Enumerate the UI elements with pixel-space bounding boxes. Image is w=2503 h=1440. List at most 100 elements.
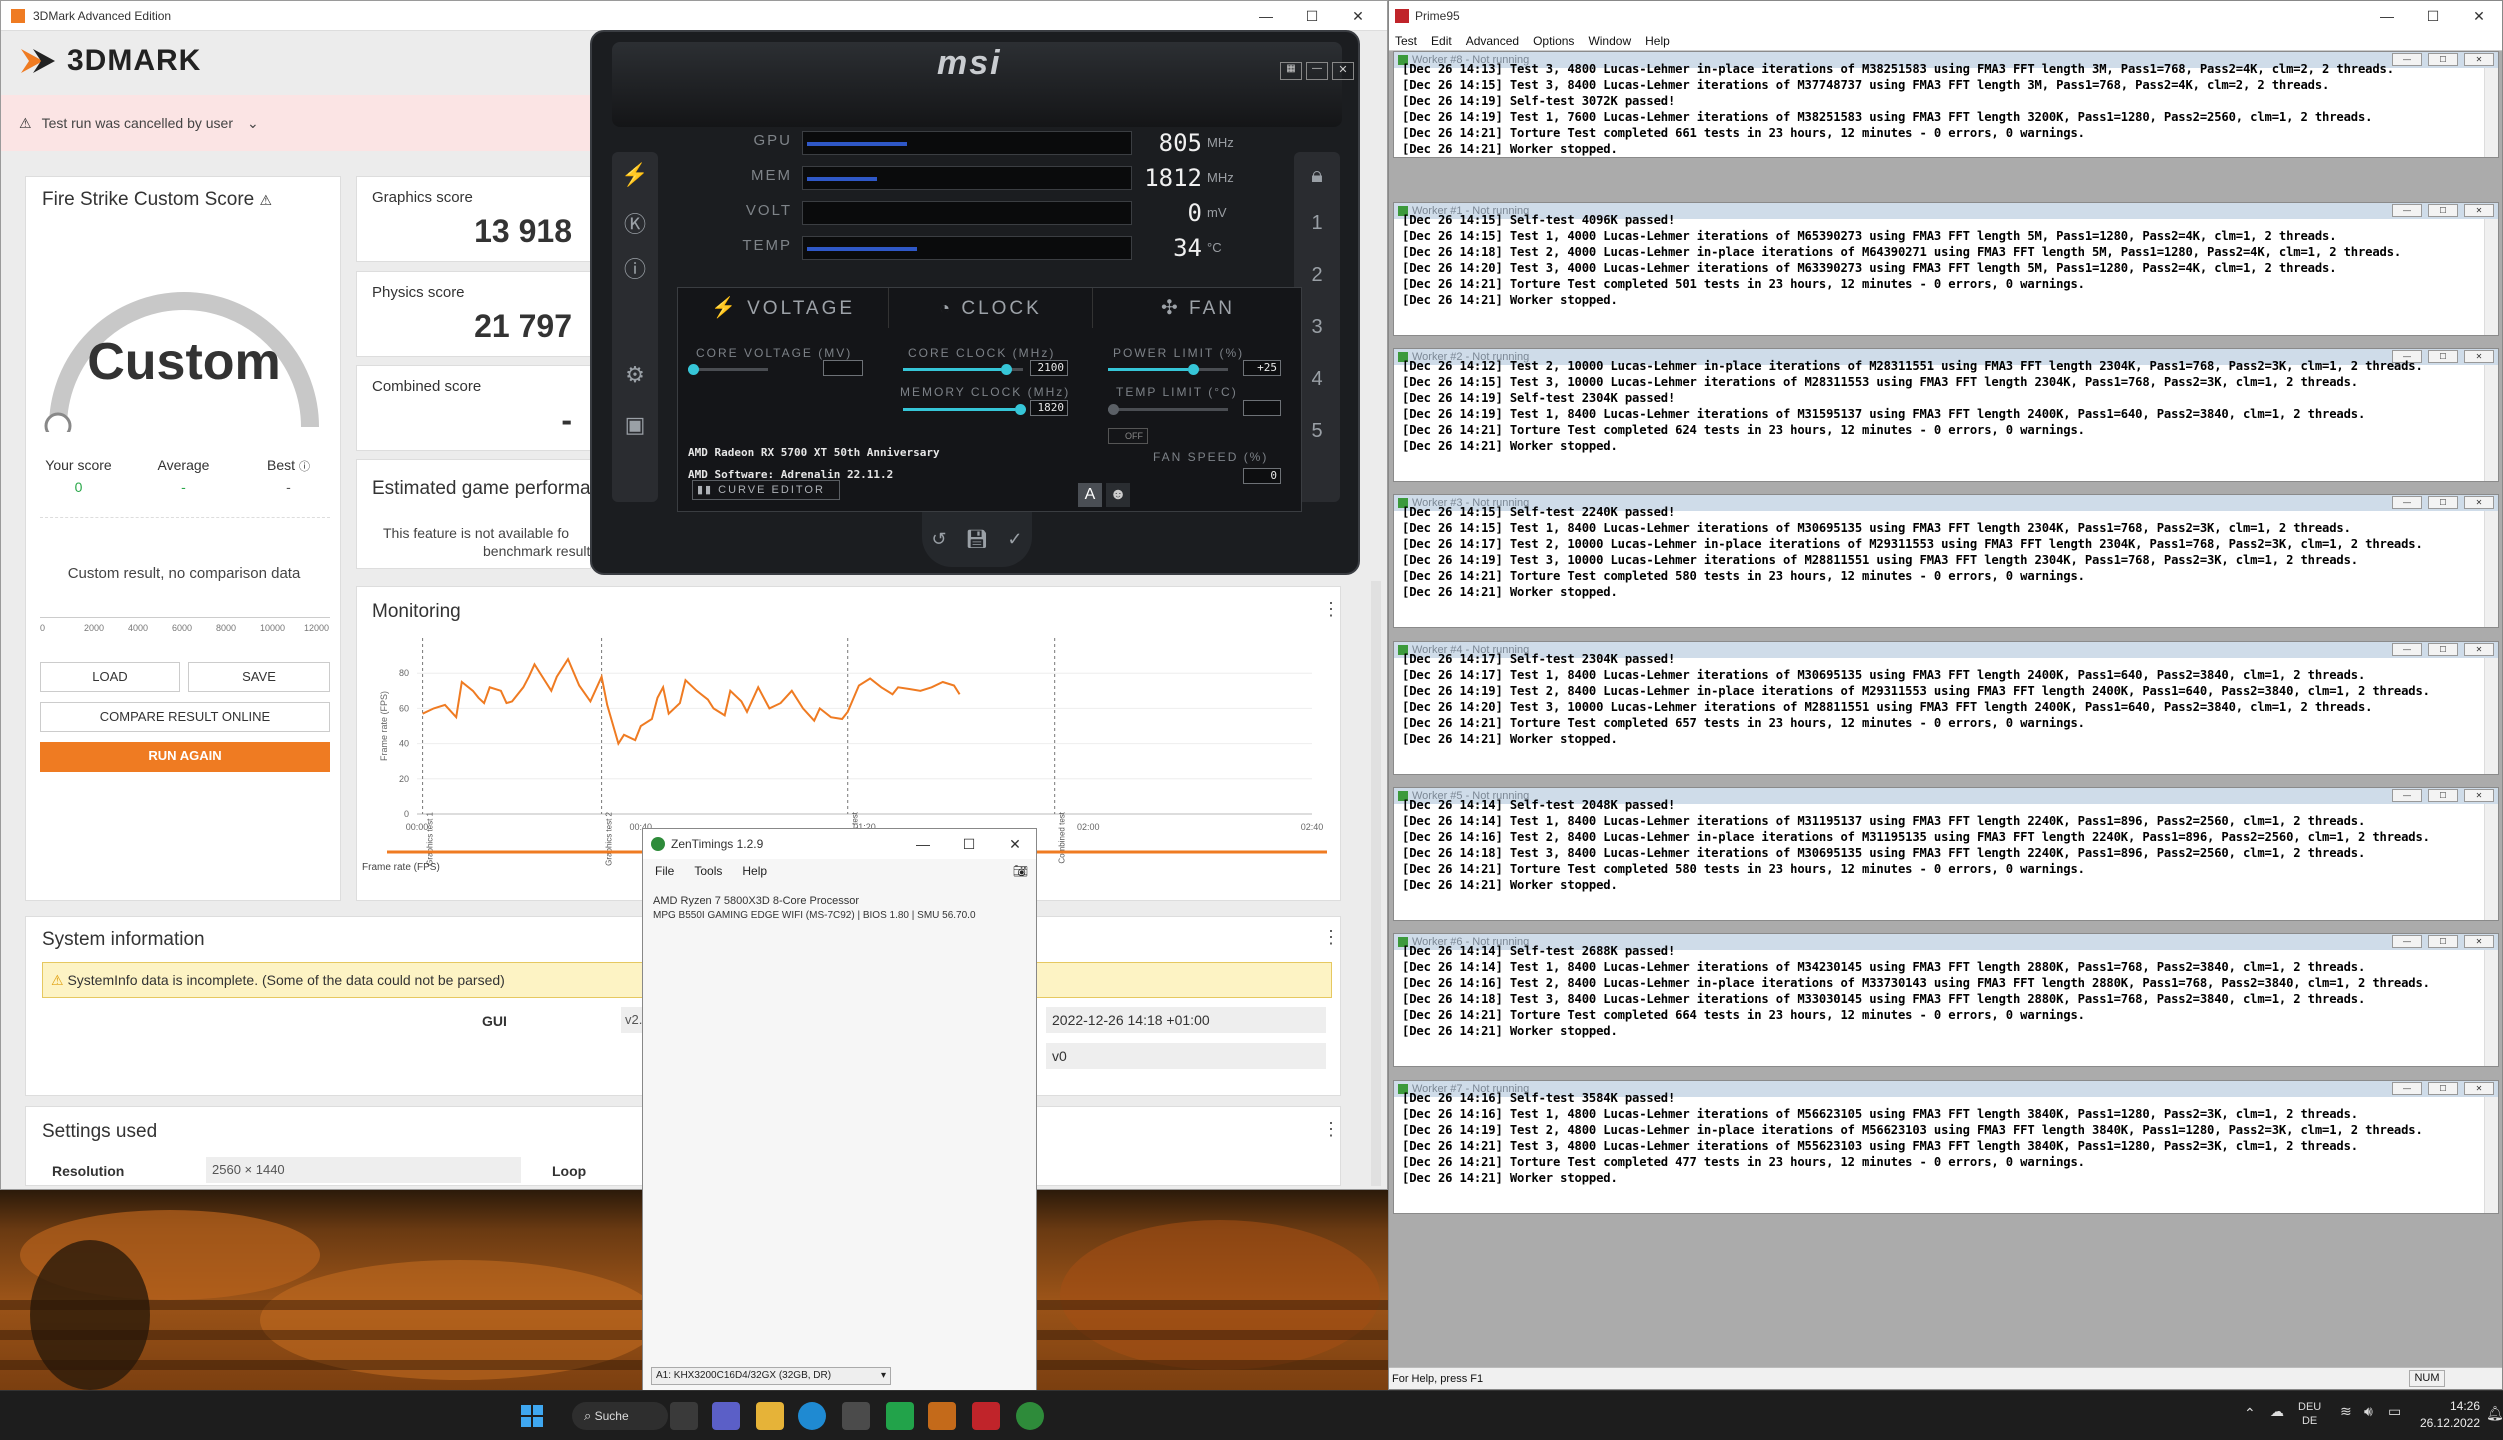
search-box[interactable]: ⌕ Suche	[572, 1402, 668, 1430]
cloud-icon[interactable]: ☁	[2270, 1403, 2284, 1420]
notification-icon[interactable]: 🔔︎	[2486, 1405, 2503, 1422]
more-options-icon[interactable]: ⋮	[1322, 927, 1340, 948]
core-clock-slider[interactable]	[903, 364, 1023, 375]
profile-1-button[interactable]: 1	[1294, 212, 1340, 235]
clock-header: ◔ CLOCK	[888, 288, 1093, 328]
battery-icon[interactable]: ▭	[2388, 1403, 2401, 1420]
3dmark-logo-text: 3DMARK	[67, 44, 202, 77]
menu-file[interactable]: File	[655, 864, 674, 878]
teams-chat-icon[interactable]	[712, 1402, 740, 1430]
settings-grid-icon[interactable]: ▦	[1280, 62, 1302, 80]
core-clock-value[interactable]: 2100	[1030, 360, 1068, 376]
memory-clock-value[interactable]: 1820	[1030, 400, 1068, 416]
apply-icon[interactable]: ✓	[1007, 529, 1022, 550]
worker-window[interactable]: Worker #4 - Not running — ☐ ✕ [Dec 26 14:17]…	[1393, 641, 2499, 775]
lock-icon[interactable]: 🔒︎	[1294, 162, 1340, 188]
zentimings-taskbar-icon[interactable]	[1016, 1402, 1044, 1430]
chevron-up-icon[interactable]: ⌃	[2244, 1405, 2256, 1422]
prime95-statusbar: For Help, press F1 NUM	[1389, 1367, 2502, 1389]
more-options-icon[interactable]: ⋮	[1322, 599, 1340, 620]
worker-scrollbar[interactable]	[2484, 658, 2498, 774]
worker-scrollbar[interactable]	[2484, 804, 2498, 920]
minimize-button[interactable]: —	[900, 829, 946, 859]
worker-window[interactable]: Worker #2 - Not running — ☐ ✕ [Dec 26 14:12]…	[1393, 348, 2499, 482]
minimize-button[interactable]: —	[1306, 62, 1328, 80]
menu-tools[interactable]: Tools	[694, 864, 722, 878]
menu-test[interactable]: Test	[1395, 34, 1417, 48]
file-explorer-icon[interactable]	[756, 1402, 784, 1430]
worker-window[interactable]: Worker #6 - Not running — ☐ ✕ [Dec 26 14:14]…	[1393, 933, 2499, 1067]
menu-advanced[interactable]: Advanced	[1466, 34, 1519, 48]
more-options-icon[interactable]: ⋮	[1322, 1119, 1340, 1140]
temp-limit-slider[interactable]	[1108, 404, 1228, 415]
store-icon[interactable]	[842, 1402, 870, 1430]
close-button[interactable]: ✕	[1335, 1, 1381, 31]
monitor-icon[interactable]: ▣	[612, 412, 658, 438]
clock[interactable]: 14:26 26.12.2022	[2410, 1398, 2480, 1432]
worker-scrollbar[interactable]	[2484, 68, 2498, 157]
fan-auto-toggle[interactable]: OFF	[1108, 428, 1148, 444]
worker-window[interactable]: Worker #3 - Not running — ☐ ✕ [Dec 26 14:15]…	[1393, 494, 2499, 628]
worker-window[interactable]: Worker #7 - Not running — ☐ ✕ [Dec 26 14:16]…	[1393, 1080, 2499, 1214]
task-view-icon[interactable]	[670, 1402, 698, 1430]
maximize-button[interactable]: ☐	[1289, 1, 1335, 31]
menu-edit[interactable]: Edit	[1431, 34, 1452, 48]
cancel-warning-bar[interactable]: ⚠ Test run was cancelled by user ⌄	[1, 95, 591, 151]
close-button[interactable]: ✕	[992, 829, 1038, 859]
load-button[interactable]: LOAD	[40, 662, 180, 692]
run-again-button[interactable]: RUN AGAIN	[40, 742, 330, 772]
close-button[interactable]: ✕	[2456, 1, 2502, 31]
close-button[interactable]: ✕	[1332, 62, 1354, 80]
worker-scrollbar[interactable]	[2484, 1097, 2498, 1213]
power-limit-slider[interactable]	[1108, 364, 1228, 375]
hwinfo-icon[interactable]	[886, 1402, 914, 1430]
core-voltage-slider[interactable]	[688, 364, 768, 375]
wifi-icon[interactable]: ≋	[2340, 1403, 2352, 1420]
power-limit-value[interactable]: +25	[1243, 360, 1281, 376]
dimm-select[interactable]: A1: KHX3200C16D4/32GX (32GB, DR) ▾	[651, 1367, 891, 1385]
temp-limit-value[interactable]	[1243, 400, 1281, 416]
worker-window[interactable]: Worker #8 - Not running — ☐ ✕ [Dec 26 14:13]…	[1393, 51, 2499, 158]
worker-window[interactable]: Worker #5 - Not running — ☐ ✕ [Dec 26 14:14]…	[1393, 787, 2499, 921]
3dmark-taskbar-icon[interactable]	[928, 1402, 956, 1430]
user-icon[interactable]: ☻	[1106, 483, 1130, 507]
compare-online-button[interactable]: COMPARE RESULT ONLINE	[40, 702, 330, 732]
worker-window[interactable]: Worker #1 - Not running — ☐ ✕ [Dec 26 14:15]…	[1393, 202, 2499, 336]
worker-scrollbar[interactable]	[2484, 365, 2498, 481]
save-icon[interactable]: 💾︎	[966, 529, 989, 550]
auto-mode-button[interactable]: A	[1078, 483, 1102, 507]
curve-editor-button[interactable]: ▮▮ CURVE EDITOR	[692, 480, 840, 500]
3dmark-titlebar[interactable]: 3DMark Advanced Edition	[1, 1, 1387, 31]
kombustor-icon[interactable]: ⚡	[612, 162, 658, 188]
save-button[interactable]: SAVE	[188, 662, 330, 692]
minimize-button[interactable]: —	[1243, 1, 1289, 31]
maximize-button[interactable]: ☐	[2410, 1, 2456, 31]
menu-help[interactable]: Help	[1645, 34, 1670, 48]
log-line: [Dec 26 14:15] Test 3, 8400 Lucas-Lehmer…	[1402, 78, 2330, 92]
start-button[interactable]	[518, 1402, 546, 1430]
menu-window[interactable]: Window	[1588, 34, 1631, 48]
profile-2-button[interactable]: 2	[1294, 264, 1340, 287]
language-indicator[interactable]: DEU DE	[2298, 1400, 2321, 1428]
core-voltage-value[interactable]	[823, 360, 863, 376]
worker-scrollbar[interactable]	[2484, 219, 2498, 335]
maximize-button[interactable]: ☐	[946, 829, 992, 859]
camera-icon[interactable]: 📷︎	[1013, 864, 1028, 878]
worker-scrollbar[interactable]	[2484, 511, 2498, 627]
minimize-button[interactable]: —	[2364, 1, 2410, 31]
reset-icon[interactable]: ↺	[931, 529, 946, 550]
chevron-down-icon[interactable]: ⌄	[247, 115, 259, 132]
edge-icon[interactable]	[798, 1402, 826, 1430]
prime95-titlebar[interactable]: Prime95	[1389, 1, 2502, 31]
gear-icon[interactable]: ⚙	[612, 362, 658, 388]
3dmark-scrollbar[interactable]	[1371, 581, 1381, 1186]
volume-icon[interactable]: 🔊︎	[2364, 1403, 2373, 1420]
menu-help[interactable]: Help	[742, 864, 767, 878]
prime95-taskbar-icon[interactable]	[972, 1402, 1000, 1430]
worker-scrollbar[interactable]	[2484, 950, 2498, 1066]
info-icon[interactable]: ⓘ	[612, 252, 658, 284]
k-icon[interactable]: Ⓚ	[612, 207, 658, 239]
menu-options[interactable]: Options	[1533, 34, 1574, 48]
fan-speed-value[interactable]: 0	[1243, 468, 1281, 484]
memory-clock-slider[interactable]	[903, 404, 1026, 415]
